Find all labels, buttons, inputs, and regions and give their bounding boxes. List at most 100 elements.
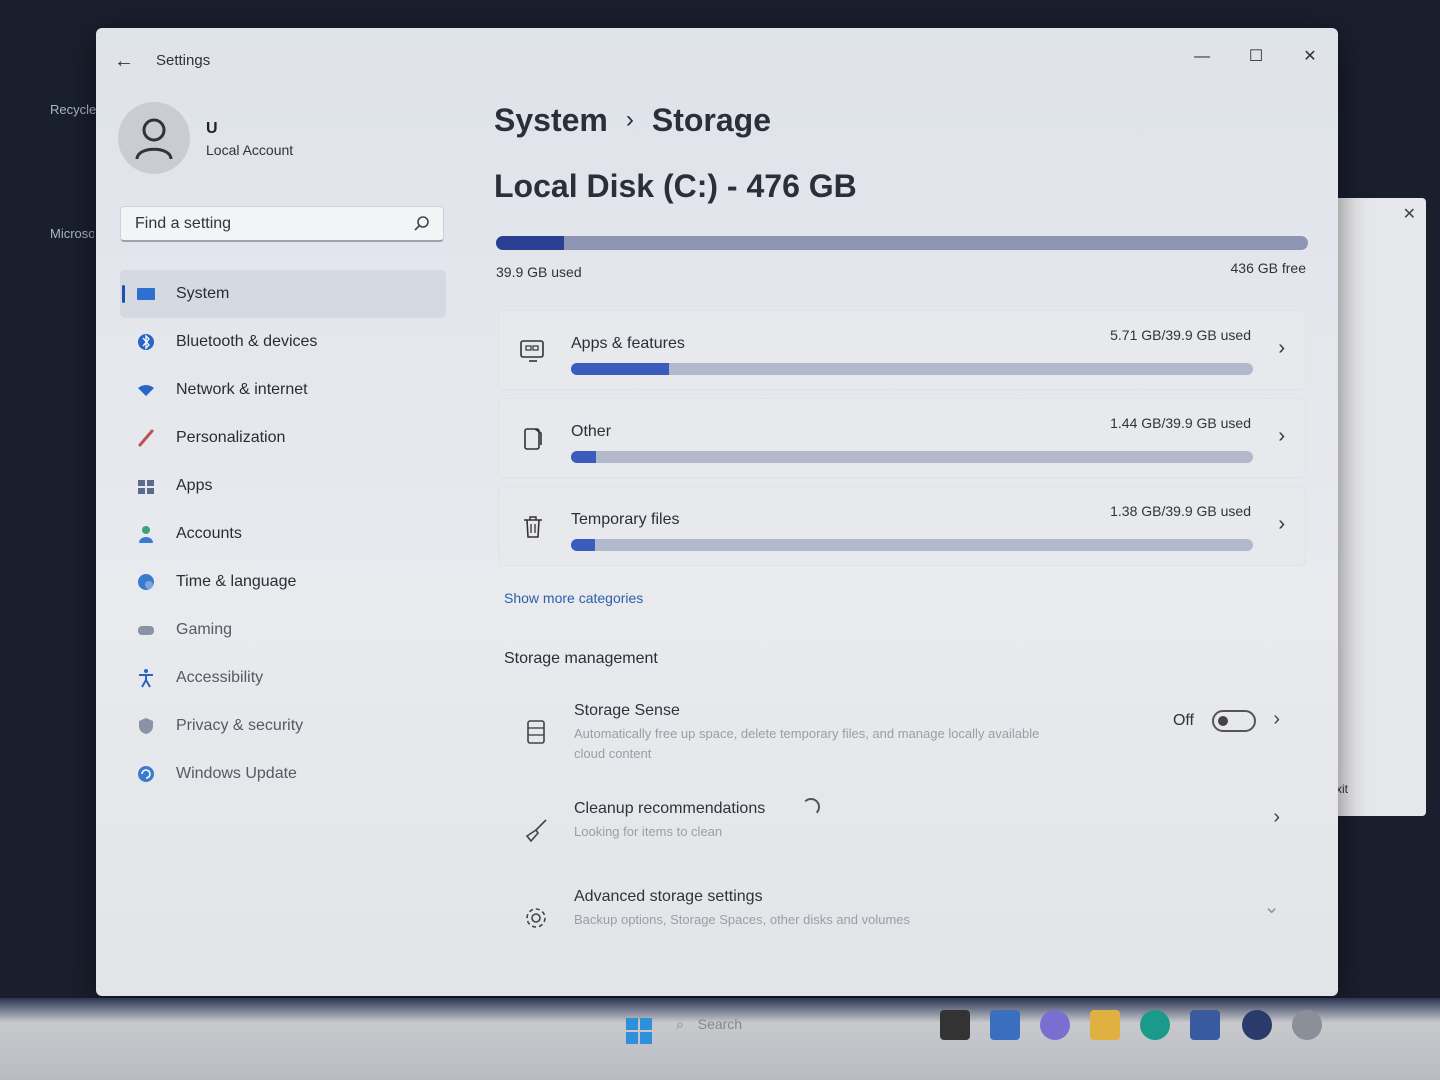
category-usage-fill <box>571 451 596 463</box>
category-title: Other <box>571 423 612 440</box>
app-icon[interactable] <box>1242 1010 1272 1040</box>
storage-sense-toggle[interactable] <box>1212 710 1256 732</box>
category-other[interactable]: Other 1.44 GB/39.9 GB used › <box>498 398 1306 478</box>
category-usage-bar <box>571 539 1253 551</box>
back-button[interactable]: ← <box>114 50 136 72</box>
cleanup-title: Cleanup recommendations <box>574 800 766 817</box>
storage-sense-row[interactable]: Storage Sense Automatically free up spac… <box>502 688 1302 772</box>
page-title: Storage <box>651 102 771 138</box>
category-usage-fill <box>571 539 595 551</box>
chevron-right-icon: › <box>1273 708 1280 730</box>
category-temporary-files[interactable]: Temporary files 1.38 GB/39.9 GB used › <box>498 486 1306 566</box>
category-used: 1.44 GB/39.9 GB used <box>1110 415 1251 431</box>
disk-usage-fill <box>496 236 565 250</box>
category-used: 5.71 GB/39.9 GB used <box>1110 327 1251 343</box>
person-icon <box>139 526 153 543</box>
storage-sense-title: Storage Sense <box>574 702 680 719</box>
chevron-right-icon: › <box>1278 513 1285 535</box>
globe-clock-icon <box>138 574 154 590</box>
sidebar-item-accessibility[interactable]: Accessibility <box>120 654 446 702</box>
sidebar-item-label: Bluetooth & devices <box>176 333 318 350</box>
search-icon: ⌕ <box>676 1016 684 1032</box>
chevron-right-icon: › <box>1273 806 1280 828</box>
sidebar-item-label: Gaming <box>176 621 233 638</box>
category-used: 1.38 GB/39.9 GB used <box>1110 503 1251 519</box>
background-window-close-button[interactable]: ✕ <box>1403 204 1416 224</box>
task-view-icon[interactable] <box>940 1010 970 1040</box>
disk-free-label: 436 GB free <box>1230 260 1307 276</box>
gamepad-icon <box>138 626 154 635</box>
breadcrumb: System › Storage <box>494 102 771 139</box>
gear-icon <box>526 908 546 928</box>
apps-features-icon <box>520 340 544 362</box>
shield-icon <box>139 718 153 734</box>
bluetooth-icon <box>138 334 154 350</box>
sidebar-item-personalization[interactable]: Personalization <box>120 414 446 462</box>
maximize-button[interactable]: ☐ <box>1236 42 1276 72</box>
breadcrumb-separator: › <box>625 106 634 133</box>
sidebar-item-label: Time & language <box>176 573 297 590</box>
breadcrumb-parent[interactable]: System <box>494 102 608 138</box>
search-icon <box>414 216 429 231</box>
show-more-categories-link[interactable]: Show more categories <box>504 590 643 606</box>
sidebar-item-apps[interactable]: Apps <box>120 462 446 510</box>
widgets-icon[interactable] <box>990 1010 1020 1040</box>
avatar[interactable] <box>118 102 190 174</box>
wifi-icon <box>138 385 154 396</box>
sidebar-item-gaming[interactable]: Gaming <box>120 606 446 654</box>
taskbar: ⌕ Search <box>0 998 1440 1080</box>
edge-shortcut-label[interactable]: Microsoft Edge <box>50 226 94 241</box>
edge-icon[interactable] <box>1140 1010 1170 1040</box>
category-usage-fill <box>571 363 669 375</box>
sidebar-item-windows-update[interactable]: Windows Update <box>120 750 446 798</box>
minimize-button[interactable]: — <box>1182 42 1222 72</box>
close-button[interactable]: ✕ <box>1290 42 1330 72</box>
cleanup-recommendations-row[interactable]: Cleanup recommendations Looking for item… <box>502 786 1302 870</box>
search-input[interactable] <box>133 214 397 234</box>
sidebar-item-time-language[interactable]: Time & language <box>120 558 446 606</box>
windows-start-icon[interactable] <box>624 1016 654 1046</box>
taskbar-search[interactable]: ⌕ Search <box>676 1016 826 1042</box>
sidebar-item-label: Network & internet <box>176 381 308 398</box>
chevron-right-icon: › <box>1278 425 1285 447</box>
disk-usage-bar <box>496 236 1308 250</box>
sidebar-item-label: System <box>176 285 230 302</box>
settings-gear-icon[interactable] <box>1292 1010 1322 1040</box>
sidebar-item-accounts[interactable]: Accounts <box>120 510 446 558</box>
settings-search-box[interactable] <box>120 206 444 242</box>
system-icon <box>137 288 155 300</box>
user-name: U <box>206 120 218 137</box>
other-icon <box>524 428 542 450</box>
cleanup-description: Looking for items to clean <box>574 824 723 839</box>
sidebar-item-bluetooth[interactable]: Bluetooth & devices <box>120 318 446 366</box>
sidebar-item-label: Privacy & security <box>176 717 304 734</box>
apps-icon <box>138 480 154 494</box>
accessibility-icon <box>139 669 153 688</box>
sidebar-nav: System Bluetooth & devices Network & int… <box>120 270 446 798</box>
account-type: Local Account <box>206 142 294 158</box>
chat-icon[interactable] <box>1040 1010 1070 1040</box>
category-usage-bar <box>571 363 1253 375</box>
file-explorer-icon[interactable] <box>1090 1010 1120 1040</box>
category-usage-bar <box>571 451 1253 463</box>
store-icon[interactable] <box>1190 1010 1220 1040</box>
sidebar-item-privacy[interactable]: Privacy & security <box>120 702 446 750</box>
sidebar-item-network[interactable]: Network & internet <box>120 366 446 414</box>
sidebar-item-label: Accessibility <box>176 669 264 686</box>
loading-spinner-icon <box>802 798 820 816</box>
storage-sense-toggle-label: Off <box>1172 712 1194 729</box>
toggle-knob <box>1218 716 1228 726</box>
sidebar-item-label: Accounts <box>176 525 242 542</box>
trash-icon <box>524 516 542 538</box>
storage-management-heading: Storage management <box>504 650 658 667</box>
user-icon <box>135 118 173 160</box>
advanced-title: Advanced storage settings <box>574 888 763 905</box>
chevron-right-icon: › <box>1278 337 1285 359</box>
sidebar-item-system[interactable]: System <box>120 270 446 318</box>
category-apps-features[interactable]: Apps & features 5.71 GB/39.9 GB used › <box>498 310 1306 390</box>
disk-used-label: 39.9 GB used <box>496 264 582 280</box>
recycle-bin-label[interactable]: Recycle <box>50 102 96 117</box>
storage-sense-description: Automatically free up space, delete temp… <box>574 726 1040 761</box>
brush-icon <box>138 429 154 447</box>
advanced-storage-settings-row[interactable]: Advanced storage settings Backup options… <box>502 874 1302 958</box>
